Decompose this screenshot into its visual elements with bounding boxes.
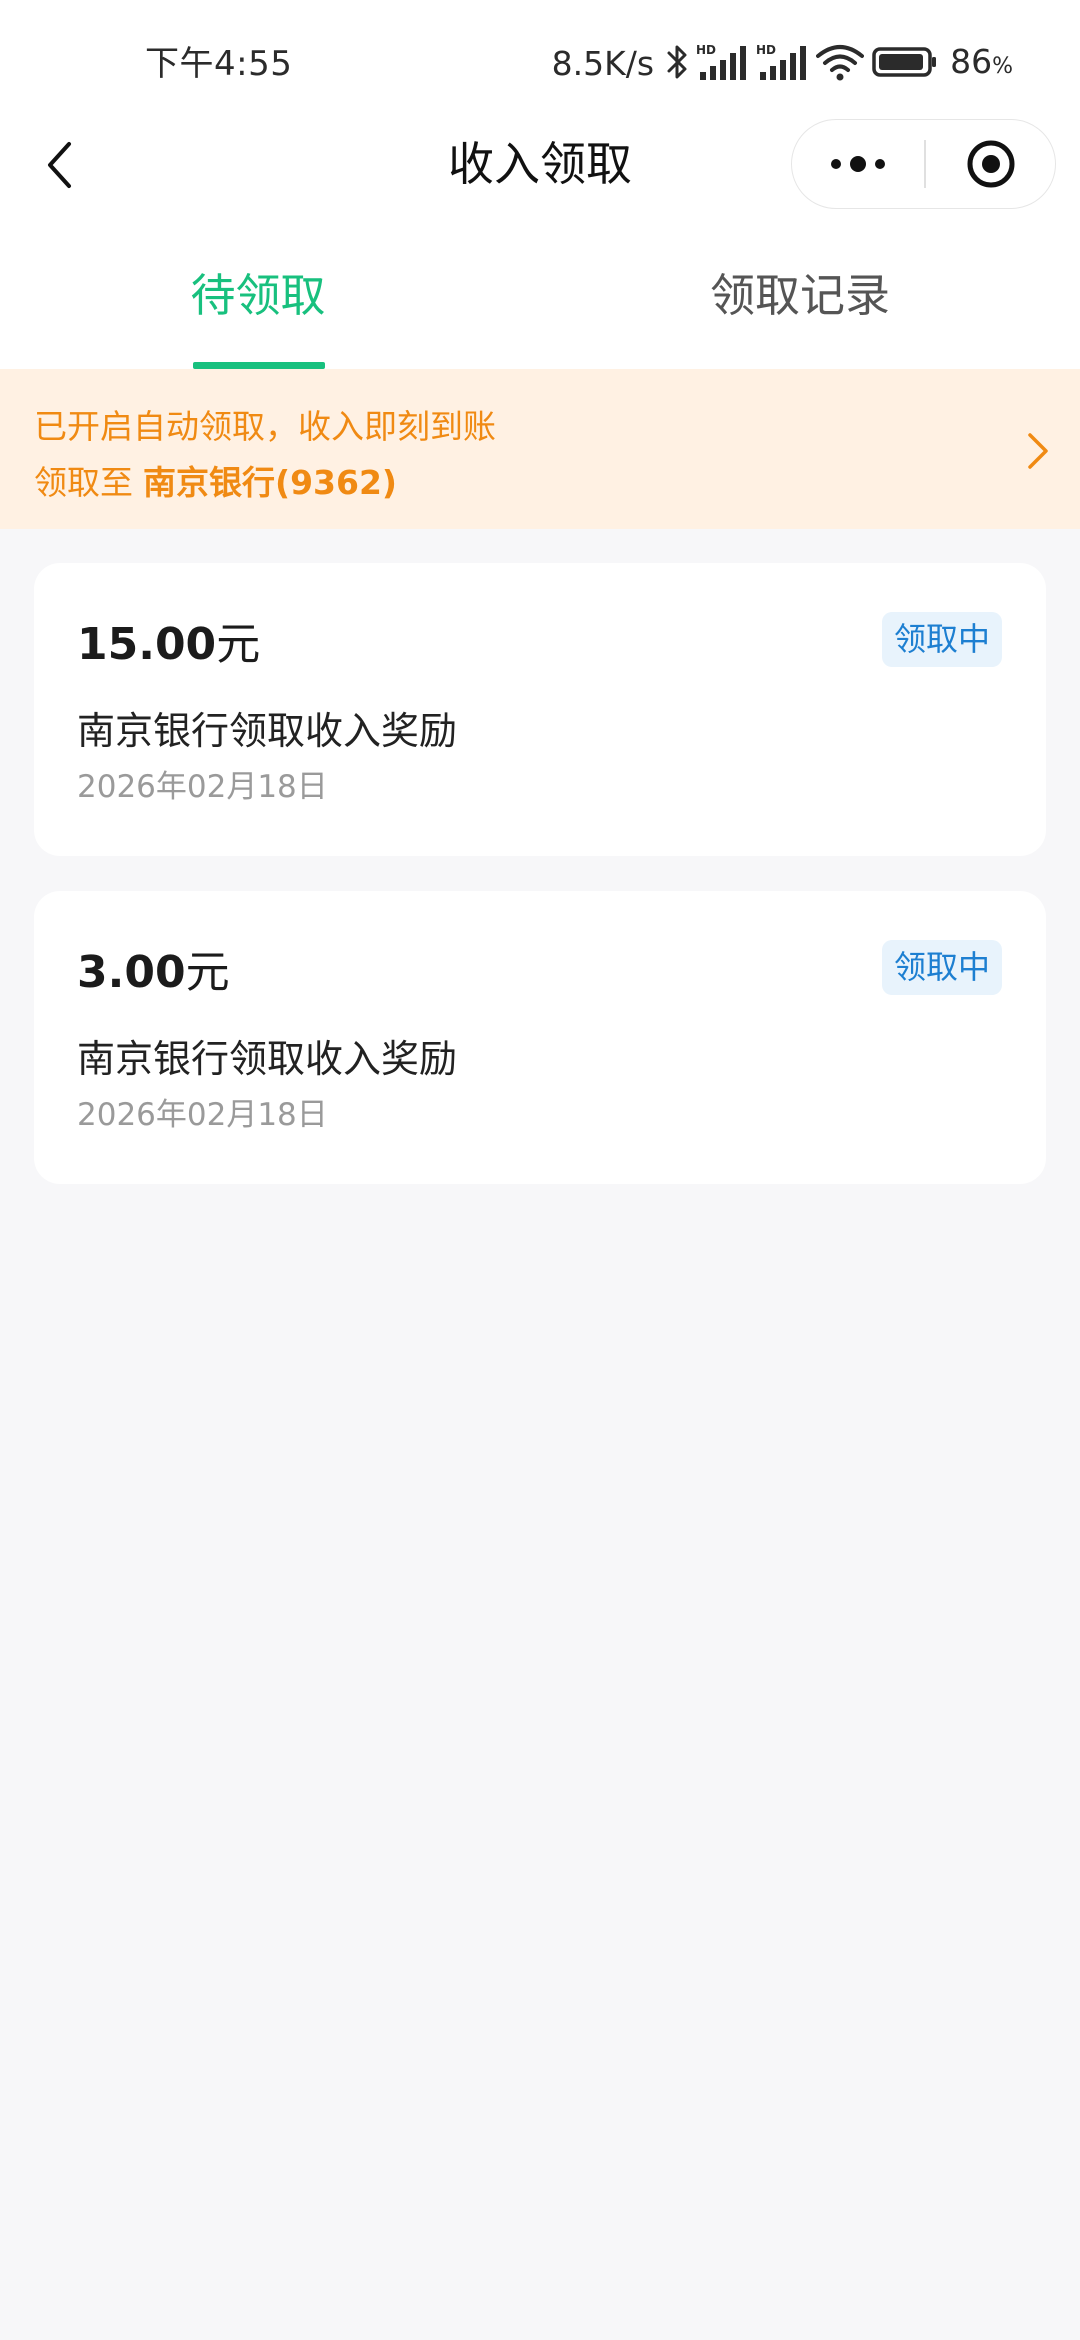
- network-speed: 8.5K/s: [551, 44, 655, 83]
- record-date: 2026年02月18日: [77, 769, 328, 805]
- notice-destination-label: 领取至: [34, 463, 133, 502]
- target-close-icon: [967, 140, 1015, 188]
- amount-value: 3.00: [77, 947, 186, 998]
- income-record-card[interactable]: 3.00元 领取中 南京银行领取收入奖励 2026年02月18日: [34, 891, 1046, 1184]
- notice-bank-account: 南京银行(9362): [143, 463, 398, 502]
- bluetooth-icon: [666, 42, 688, 86]
- more-dots-icon: [831, 156, 885, 172]
- amount-unit: 元: [185, 947, 230, 998]
- status-time: 下午4:55: [145, 44, 293, 84]
- signal-hd-icon: HD: [756, 42, 808, 86]
- record-title: 南京银行领取收入奖励: [77, 1037, 458, 1081]
- status-badge: 领取中: [881, 940, 1002, 995]
- tab-pending[interactable]: 待领取: [158, 248, 358, 369]
- notice-auto-claim-text: 已开启自动领取，收入即刻到账: [34, 407, 496, 446]
- status-badge: 领取中: [881, 612, 1002, 667]
- nav-bar: 收入领取: [0, 110, 1080, 220]
- svg-text:HD: HD: [756, 43, 776, 57]
- active-tab-indicator: [193, 362, 325, 369]
- battery-level: 86: [950, 41, 993, 81]
- amount-unit: 元: [216, 619, 261, 670]
- record-amount: 3.00元: [77, 945, 230, 1001]
- record-amount: 15.00元: [77, 617, 260, 673]
- chevron-right-icon: [1028, 433, 1048, 469]
- auto-claim-notice[interactable]: 已开启自动领取，收入即刻到账 领取至 南京银行(9362): [0, 369, 1080, 529]
- status-indicators: 8.5K/s HD HD 86%: [552, 42, 1013, 86]
- income-record-card[interactable]: 15.00元 领取中 南京银行领取收入奖励 2026年02月18日: [34, 563, 1046, 856]
- income-claim-page: 下午4:55 8.5K/s HD HD 86% 收入领取 待领取 领取记录 已开…: [0, 0, 1080, 2340]
- battery-icon: [872, 42, 938, 86]
- record-date: 2026年02月18日: [77, 1097, 328, 1133]
- signal-hd-icon: HD: [696, 42, 748, 86]
- tab-bar: 待领取 领取记录: [0, 248, 1080, 369]
- svg-text:HD: HD: [696, 43, 716, 57]
- back-button[interactable]: [30, 130, 90, 200]
- battery-percent: 86%: [950, 40, 1013, 89]
- notice-destination: 领取至 南京银行(9362): [34, 461, 397, 505]
- record-title: 南京银行领取收入奖励: [77, 709, 458, 753]
- amount-value: 15.00: [77, 619, 217, 670]
- more-button[interactable]: [792, 120, 924, 208]
- wifi-icon: [816, 42, 865, 86]
- tab-records[interactable]: 领取记录: [700, 248, 900, 369]
- close-miniprogram-button[interactable]: [926, 120, 1056, 208]
- miniprogram-capsule: [791, 119, 1056, 209]
- battery-unit: %: [992, 53, 1013, 79]
- chevron-left-icon: [48, 142, 71, 188]
